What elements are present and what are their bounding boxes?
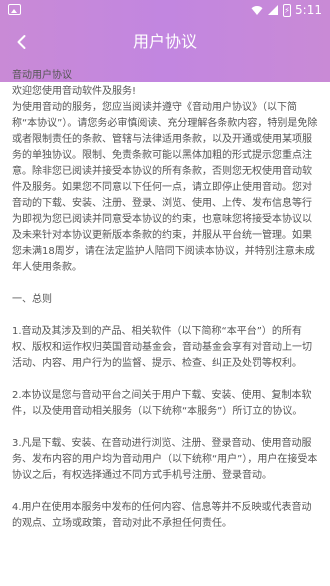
wifi-icon (251, 6, 263, 15)
welcome-text: 欢迎您使用音动软件及服务! (12, 86, 137, 97)
battery-charging-icon: ⚡ (283, 3, 292, 17)
section-title: 一、总则 (12, 294, 52, 305)
page-title: 用户协议 (132, 32, 197, 51)
clause-4: 4.用户在使用本服务中发布的任何内容、信息等并不反映或代表音动的观点、立场或政策… (12, 502, 312, 529)
nav-bar: 用户协议 (0, 22, 330, 62)
clause-1: 1.音动及其涉及到的产品、相关软件（以下简称“本平台”）的所有权、版权和运作权归… (12, 326, 312, 369)
agreement-heading: 音动用户协议 (12, 70, 72, 81)
app-icon (8, 4, 21, 15)
status-time: 5:11 (295, 3, 322, 17)
clause-3: 3.凡是下载、安装、在音动进行浏览、注册、登录音动、使用音动服务、发布内容的用户… (12, 438, 318, 481)
agreement-content[interactable]: 音动用户协议 欢迎您使用音动软件及服务! 为使用音动的服务，您应当阅读并遵守《音… (12, 68, 318, 532)
signal-icon (268, 5, 279, 15)
status-bar: ⚡ 5:11 (0, 0, 330, 22)
clause-2: 2.本协议是您与音动平台之间关于用户下载、安装、使用、复制本软件，以及使用音动相… (12, 390, 312, 417)
intro-paragraph: 为使用音动的服务，您应当阅读并遵守《音动用户协议》（以下简称“本协议”）。请您务… (12, 102, 318, 273)
chevron-left-icon[interactable] (10, 30, 34, 54)
